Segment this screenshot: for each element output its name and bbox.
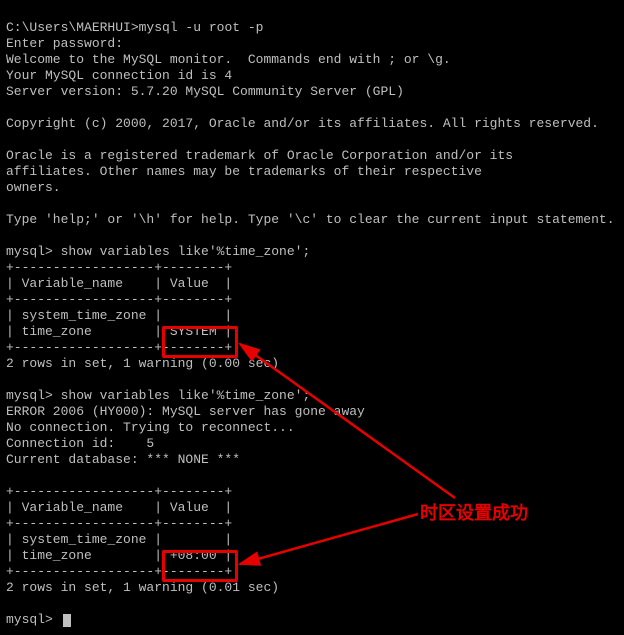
trademark1: Oracle is a registered trademark of Orac… bbox=[6, 148, 513, 163]
result2: 2 rows in set, 1 warning (0.01 sec) bbox=[6, 580, 279, 595]
help: Type 'help;' or '\h' for help. Type '\c'… bbox=[6, 212, 615, 227]
err2006: ERROR 2006 (HY000): MySQL server has gon… bbox=[6, 404, 365, 419]
prompt-line: C:\Users\MAERHUI>mysql -u root -p bbox=[6, 20, 263, 35]
welcome: Welcome to the MySQL monitor. Commands e… bbox=[6, 52, 451, 67]
cursor bbox=[63, 614, 71, 627]
query-line-1: mysql> show variables like'%time_zone'; bbox=[6, 244, 310, 259]
connid2: Connection id: 5 bbox=[6, 436, 154, 451]
mysql-prompt: mysql> bbox=[6, 244, 53, 259]
tbl2-border-top: +------------------+--------+ bbox=[6, 484, 232, 499]
trademark2: affiliates. Other names may be trademark… bbox=[6, 164, 482, 179]
result1: 2 rows in set, 1 warning (0.00 sec) bbox=[6, 356, 279, 371]
enter-password: Enter password: bbox=[6, 36, 123, 51]
tbl1-header: | Variable_name | Value | bbox=[6, 276, 232, 291]
trademark3: owners. bbox=[6, 180, 61, 195]
tbl1-row-system: | system_time_zone | | bbox=[6, 308, 232, 323]
tbl2-header: | Variable_name | Value | bbox=[6, 500, 232, 515]
shell-prompt: C:\Users\MAERHUI> bbox=[6, 20, 139, 35]
conn-id: Your MySQL connection id is 4 bbox=[6, 68, 232, 83]
highlight-system bbox=[162, 326, 238, 358]
final-prompt[interactable]: mysql> bbox=[6, 612, 71, 627]
highlight-0800 bbox=[162, 550, 238, 582]
server-ver: Server version: 5.7.20 MySQL Community S… bbox=[6, 84, 404, 99]
annotation-text: 时区设置成功 bbox=[420, 499, 528, 525]
tbl1-border-mid: +------------------+--------+ bbox=[6, 292, 232, 307]
query2: show variables like'%time_zone'; bbox=[61, 388, 311, 403]
noconn: No connection. Trying to reconnect... bbox=[6, 420, 295, 435]
query-line-2: mysql> show variables like'%time_zone'; bbox=[6, 388, 310, 403]
curdb: Current database: *** NONE *** bbox=[6, 452, 240, 467]
tbl1-border-top: +------------------+--------+ bbox=[6, 260, 232, 275]
terminal[interactable]: C:\Users\MAERHUI>mysql -u root -p Enter … bbox=[0, 0, 624, 632]
mysql-prompt: mysql> bbox=[6, 612, 53, 627]
tbl2-row-system: | system_time_zone | | bbox=[6, 532, 232, 547]
tbl2-border-mid: +------------------+--------+ bbox=[6, 516, 232, 531]
cmd-login: mysql -u root -p bbox=[139, 20, 264, 35]
mysql-prompt: mysql> bbox=[6, 388, 53, 403]
query1: show variables like'%time_zone'; bbox=[61, 244, 311, 259]
copyright: Copyright (c) 2000, 2017, Oracle and/or … bbox=[6, 116, 599, 131]
